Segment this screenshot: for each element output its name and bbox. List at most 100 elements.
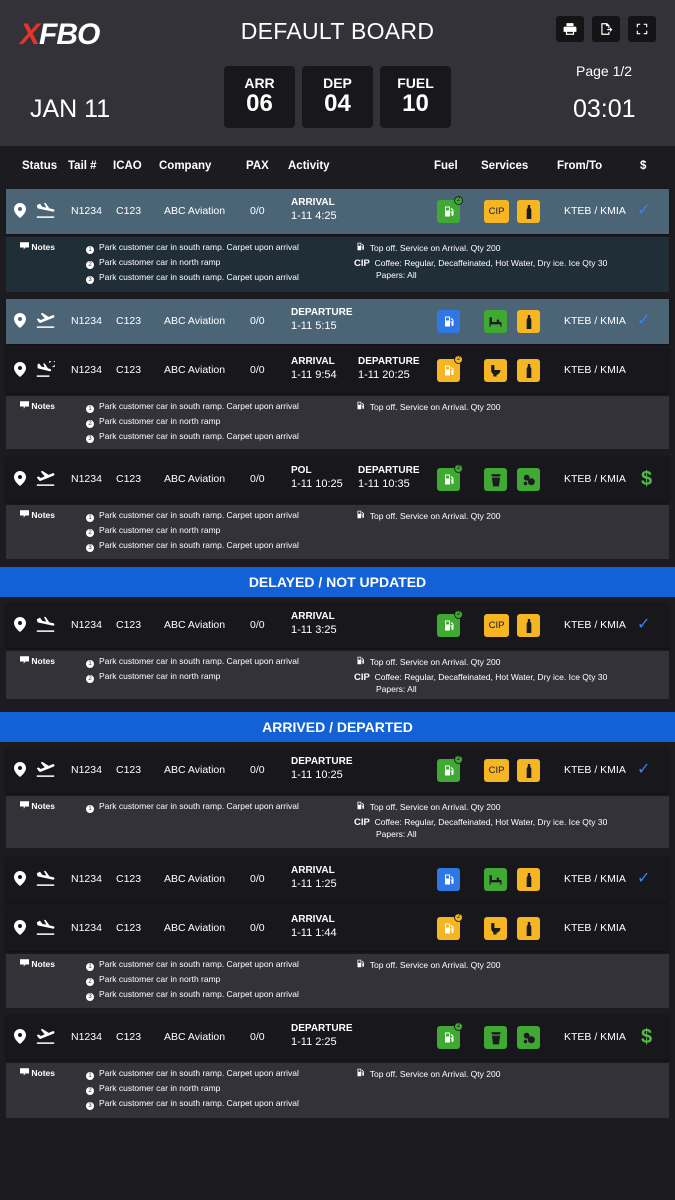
company-name: ABC Aviation (164, 364, 226, 376)
fuel-pump-icon[interactable]: 2 (437, 355, 463, 382)
landing-icon (36, 919, 55, 938)
location-pin-icon[interactable] (14, 203, 26, 221)
service-cip-icon[interactable]: CIP (484, 614, 509, 637)
fuel-badge: 2 (454, 610, 463, 619)
note-line: 2 Park customer car in north ramp (86, 416, 220, 428)
notes-panel: Notes 1 Park customer car in south ramp. C… (6, 237, 669, 292)
location-pin-icon[interactable] (14, 762, 26, 780)
bullet-icon: 1 (86, 660, 94, 668)
flight-row[interactable]: N1234 C123 ABC Aviation 0/0 DEPARTURE 1-1… (6, 1015, 669, 1060)
activity-type: ARRIVAL (291, 356, 335, 367)
fuel-note-icon (356, 242, 365, 253)
service-toilet-icon[interactable] (484, 917, 507, 940)
takeoff-icon (36, 1028, 55, 1047)
location-pin-icon[interactable] (14, 362, 26, 380)
activity-secondary: DEPARTURE 1-11 20:25 (358, 356, 419, 381)
tail-number: N1234 (71, 1031, 102, 1043)
note-line: 2 Park customer car in north ramp (86, 1083, 220, 1095)
note-text: Park customer car in south ramp. Carpet … (99, 989, 299, 999)
fuel-note: Top off. Service on Arrival. Qty 200 (356, 401, 500, 412)
notes-icon (20, 242, 29, 252)
cip-note-label: CIP (354, 672, 370, 683)
pax-count: 0/0 (250, 205, 265, 217)
notes-label: Notes (31, 959, 55, 969)
flight-row[interactable]: N1234 C123 ABC Aviation 0/0 ARRIVAL 1-11 … (6, 857, 669, 902)
service-bottle-icon[interactable] (517, 759, 540, 782)
service-cip-icon[interactable]: CIP (484, 759, 509, 782)
fuel-pump-icon[interactable] (437, 868, 460, 891)
flight-row[interactable]: N1234 C123 ABC Aviation 0/0 DEPARTURE 1-1… (6, 748, 669, 793)
fuel-pump-icon[interactable] (437, 310, 460, 333)
fullscreen-button[interactable] (628, 16, 656, 42)
note-text: Park customer car in south ramp. Carpet … (99, 431, 299, 441)
cip-papers: Papers: All (376, 829, 417, 839)
flight-row[interactable]: N1234 C123 ABC Aviation 0/0 ARRIVAL 1-11 … (6, 348, 669, 393)
print-button[interactable] (556, 16, 584, 42)
service-cookie-icon[interactable] (517, 468, 540, 491)
export-button[interactable] (592, 16, 620, 42)
fuel-note-icon (356, 401, 365, 412)
company-name: ABC Aviation (164, 205, 226, 217)
cip-note-text: Coffee: Regular, Decaffeinated, Hot Wate… (374, 258, 608, 268)
fuel-pump-icon[interactable]: 2 (437, 464, 463, 491)
notes-label: Notes (31, 242, 55, 252)
service-bottle-icon[interactable] (517, 614, 540, 637)
service-toilet-icon[interactable] (484, 359, 507, 382)
fuel-value: 10 (402, 90, 429, 117)
pax-count: 0/0 (250, 619, 265, 631)
service-cup-icon[interactable] (484, 468, 507, 491)
location-pin-icon[interactable] (14, 871, 26, 889)
fuel-pump-icon[interactable]: 2 (437, 1022, 463, 1049)
flight-row[interactable]: N1234 C123 ABC Aviation 0/0 ARRIVAL 1-11 … (6, 603, 669, 648)
service-cup-icon[interactable] (484, 1026, 507, 1049)
notes-header: Notes (20, 401, 55, 411)
service-bottle-icon[interactable] (517, 868, 540, 891)
flight-row[interactable]: N1234 C123 ABC Aviation 0/0 ARRIVAL 1-11 … (6, 189, 669, 234)
cip-note: CIP Coffee: Regular, Decaffeinated, Hot … (354, 258, 607, 269)
company-name: ABC Aviation (164, 619, 226, 631)
check-icon: ✓ (637, 616, 651, 633)
service-cookie-icon[interactable] (517, 1026, 540, 1049)
service-bottle-icon[interactable] (517, 359, 540, 382)
fuel-pump-icon[interactable]: 2 (437, 755, 463, 782)
flight-row[interactable]: N1234 C123 ABC Aviation 0/0 DEPARTURE 1-1… (6, 299, 669, 344)
service-car-icon[interactable] (484, 868, 507, 891)
service-bottle-icon[interactable] (517, 917, 540, 940)
activity-primary: ARRIVAL 1-11 1:25 (291, 865, 337, 890)
activity-time: 1-11 1:25 (291, 878, 337, 890)
flight-row[interactable]: N1234 C123 ABC Aviation 0/0 POL 1-11 10:2… (6, 457, 669, 502)
location-pin-icon[interactable] (14, 617, 26, 635)
fuel-note-icon (356, 510, 365, 521)
note-line: 2 Park customer car in north ramp (86, 257, 220, 269)
fuel-badge: 2 (454, 355, 463, 364)
fuel-pump-icon[interactable]: 2 (437, 913, 463, 940)
fuel-note-text: Top off. Service on Arrival. Qty 200 (369, 511, 501, 521)
col-fromto: From/To (557, 160, 603, 172)
route: KTEB / KMIA (564, 1031, 626, 1043)
notes-panel: Notes 1 Park customer car in south ramp. C… (6, 1063, 669, 1118)
bullet-icon: 1 (86, 805, 94, 813)
flight-row[interactable]: N1234 C123 ABC Aviation 0/0 ARRIVAL 1-11 … (6, 906, 669, 951)
service-cip-icon[interactable]: CIP (484, 200, 509, 223)
fuel-pump-icon[interactable]: 2 (437, 610, 463, 637)
icao-code: C123 (116, 619, 142, 631)
service-car-icon[interactable] (484, 310, 507, 333)
bullet-icon: 3 (86, 993, 94, 1001)
check-icon: ✓ (637, 312, 651, 329)
tail-number: N1234 (71, 922, 102, 934)
dep-value: 04 (324, 90, 351, 117)
notes-header: Notes (20, 959, 55, 969)
activity-primary: ARRIVAL 1-11 9:54 (291, 356, 337, 381)
fuel-note-icon (356, 1068, 365, 1079)
location-pin-icon[interactable] (14, 471, 26, 489)
location-pin-icon[interactable] (14, 313, 26, 331)
activity-primary: ARRIVAL 1-11 4:25 (291, 197, 337, 222)
fuel-pump-icon[interactable]: 2 (437, 196, 463, 223)
service-bottle-icon[interactable] (517, 200, 540, 223)
location-pin-icon[interactable] (14, 1029, 26, 1047)
notes-panel: Notes 1 Park customer car in south ramp. C… (6, 651, 669, 699)
service-bottle-icon[interactable] (517, 310, 540, 333)
activity-type: ARRIVAL (291, 865, 335, 876)
location-pin-icon[interactable] (14, 920, 26, 938)
notes-icon (20, 959, 29, 969)
